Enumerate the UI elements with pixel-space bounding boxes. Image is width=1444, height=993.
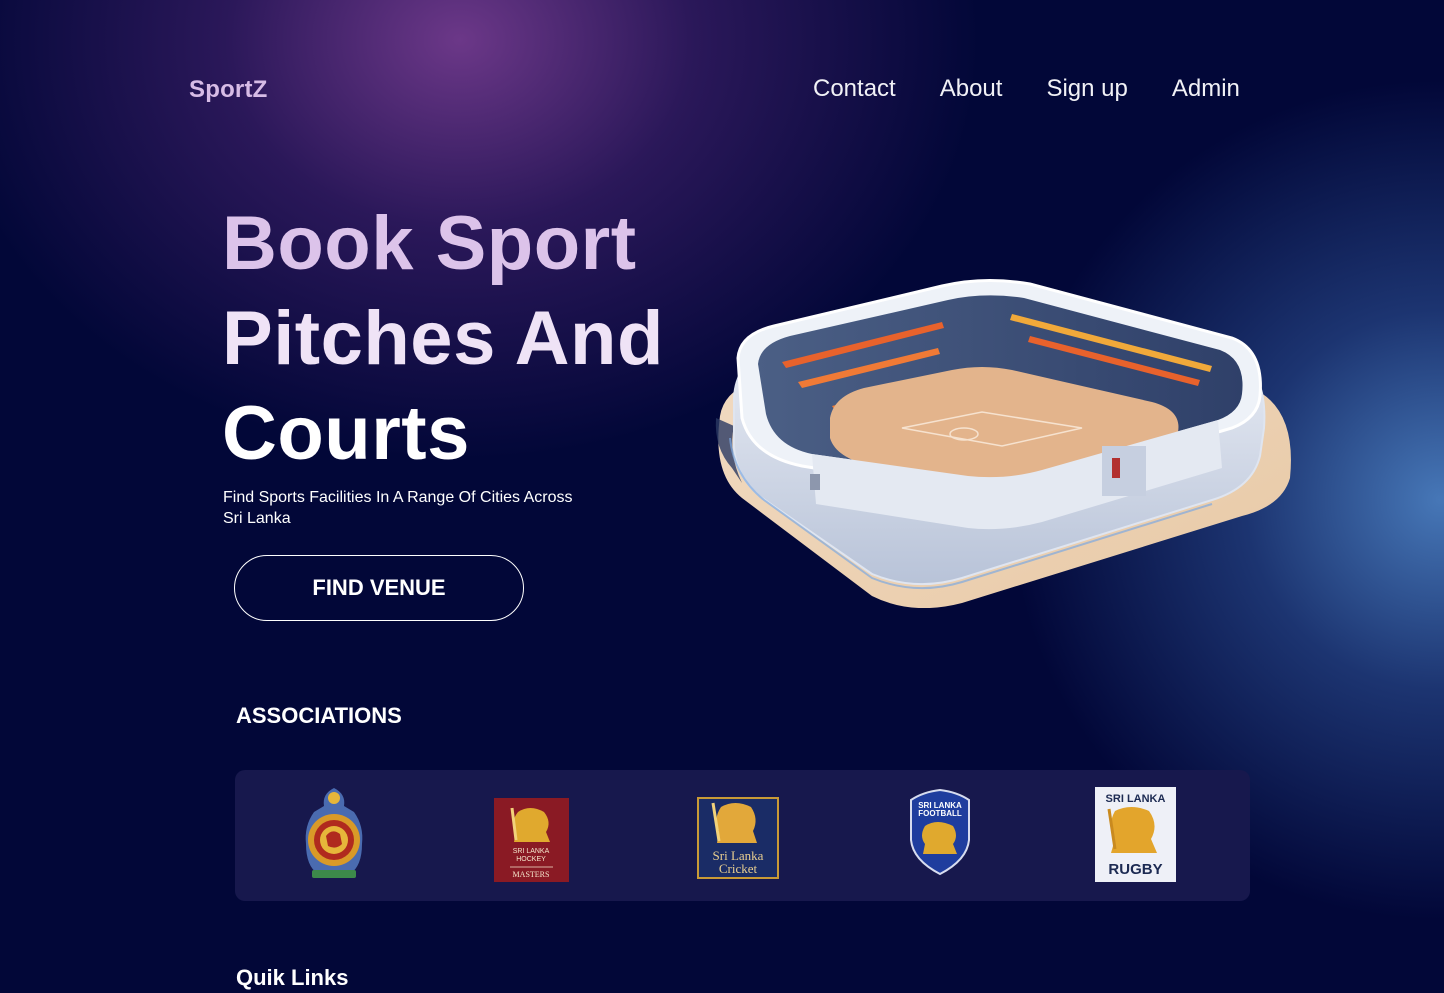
associations-title: ASSOCIATIONS [236,703,402,728]
cricket-lion-icon[interactable]: Sri Lanka Cricket [697,797,779,879]
top-nav: Contact About Sign up Admin [813,75,1240,103]
nav-admin[interactable]: Admin [1172,75,1240,103]
nav-signup[interactable]: Sign up [1046,75,1127,103]
hero-subtitle: Find Sports Facilities In A Range Of Cit… [223,489,573,527]
national-emblem-icon[interactable] [302,786,366,880]
football-shield-icon[interactable]: SRI LANKA FOOTBALL [907,788,973,876]
hockey-lion-icon[interactable]: SRI LANKA HOCKEY MASTERS [494,798,569,882]
hockey-logo-line1: SRI LANKA [513,848,550,855]
hero-title-line-3: Courts [222,391,470,476]
stadium-illustration [715,278,1291,608]
rugby-lion-icon[interactable]: SRI LANKA RUGBY [1095,787,1176,882]
cricket-logo-line2: Cricket [719,861,758,876]
brand-logo[interactable]: SportZ [189,76,268,104]
hero-title: Book Sport Pitches And Courts [222,196,664,481]
nav-contact[interactable]: Contact [813,75,896,103]
associations-panel: SRI LANKA HOCKEY MASTERS Sri Lanka Crick… [235,770,1250,901]
hockey-logo-line3: MASTERS [513,870,550,879]
hero-title-line-2: Pitches And [222,296,664,381]
hockey-logo-line2: HOCKEY [516,856,546,863]
hero-title-line-1: Book Sport [222,201,637,286]
football-logo-line2: FOOTBALL [918,809,962,818]
rugby-logo-line2: RUGBY [1108,861,1162,878]
nav-about[interactable]: About [940,75,1003,103]
rugby-logo-line1: SRI LANKA [1106,793,1166,805]
find-venue-button[interactable]: FIND VENUE [234,555,524,621]
quick-links-title: Quik Links [236,965,349,990]
